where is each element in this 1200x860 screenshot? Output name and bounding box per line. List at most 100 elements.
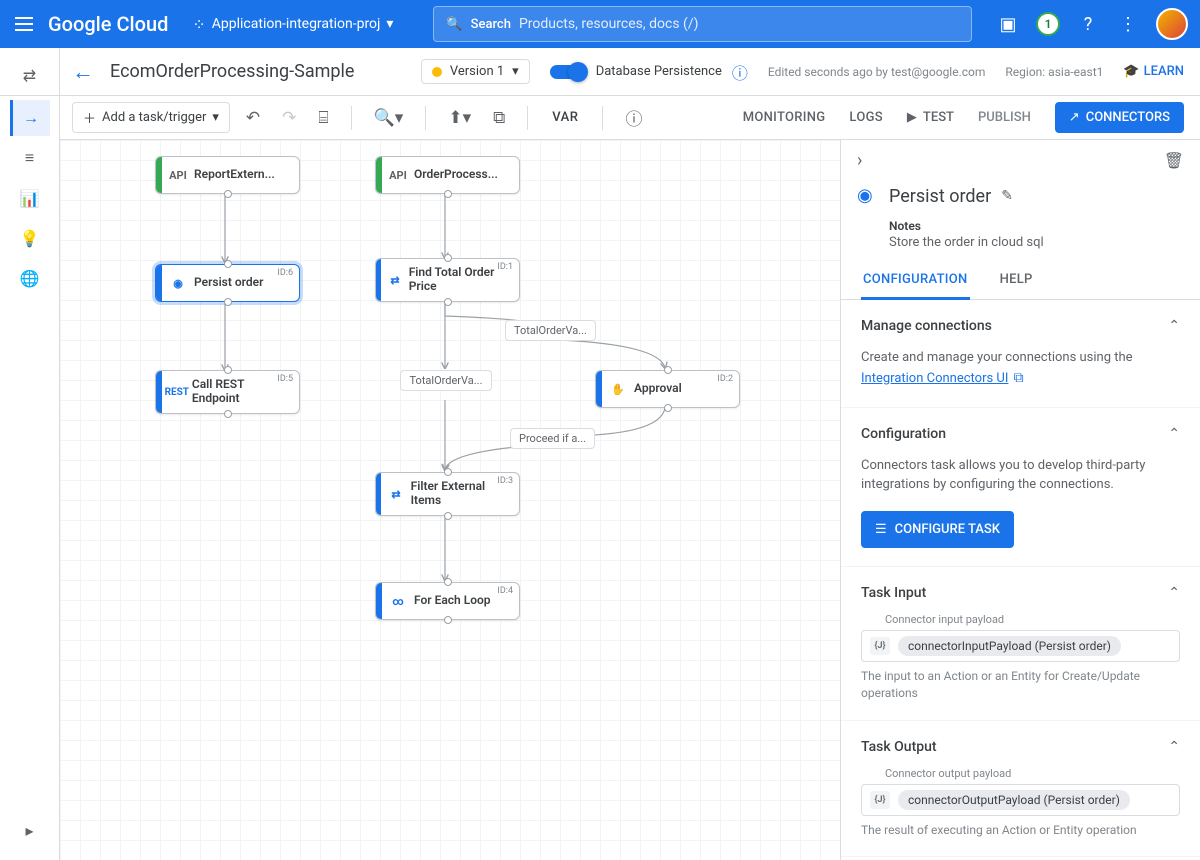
hamburger-menu-icon[interactable]	[12, 12, 36, 36]
rail-list-icon[interactable]: ≡	[10, 140, 50, 176]
google-cloud-logo[interactable]: Google Cloud	[48, 12, 168, 36]
connector-icon: ◉	[857, 185, 879, 207]
version-label: Version 1	[450, 64, 504, 79]
section-task-output: Task Output ⌃ Connector output payload {…	[841, 721, 1200, 858]
undo-icon[interactable]: ↶	[240, 104, 266, 132]
connectors-button[interactable]: ↗ CONNECTORS	[1055, 102, 1184, 133]
node-find-total-order-price[interactable]: ⇄ Find Total Order Price ID:1	[375, 258, 520, 302]
test-button[interactable]: ▶ TEST	[907, 110, 954, 125]
variables-tab[interactable]: VAR	[544, 110, 586, 125]
zoom-icon[interactable]: 🔍▾	[368, 104, 410, 132]
variable-chip[interactable]: connectorInputPayload (Persist order)	[898, 636, 1121, 656]
node-id: ID:2	[717, 374, 733, 384]
section-header[interactable]: Manage connections ⌃	[861, 318, 1180, 334]
dropdown-icon: ▾	[386, 16, 393, 32]
node-report-extern-trigger[interactable]: API ReportExtern...	[155, 156, 300, 194]
output-payload-field[interactable]: {J} connectorOutputPayload (Persist orde…	[861, 784, 1180, 816]
edge-condition-label[interactable]: TotalOrderVa...	[400, 370, 492, 391]
add-task-button[interactable]: ＋ Add a task/trigger ▾	[72, 102, 230, 133]
rail-collapse-icon[interactable]: ▸	[10, 812, 50, 848]
section-manage-connections: Manage connections ⌃ Create and manage y…	[841, 300, 1200, 408]
help-icon[interactable]: ?	[1076, 12, 1100, 36]
cloud-shell-icon[interactable]: ▣	[996, 12, 1020, 36]
chevron-up-icon: ⌃	[1168, 318, 1180, 334]
user-avatar[interactable]	[1156, 8, 1188, 40]
rail-integration-icon[interactable]: ⇄	[10, 58, 50, 94]
persistence-label: Database Persistence	[596, 64, 722, 79]
top-header: Google Cloud ⁘ Application-integration-p…	[0, 0, 1200, 48]
section-desc: Connectors task allows you to develop th…	[861, 458, 1145, 493]
logo-text: Google Cloud	[48, 12, 168, 36]
chevron-up-icon: ⌃	[1168, 426, 1180, 442]
details-info-icon[interactable]: ⓘ	[619, 101, 648, 134]
info-icon[interactable]: ⓘ	[732, 60, 748, 84]
version-status-dot	[432, 67, 442, 77]
api-icon: API	[162, 169, 194, 182]
tab-help[interactable]: HELP	[998, 262, 1035, 299]
node-filter-external-items[interactable]: ⇄ Filter External Items ID:3	[375, 472, 520, 516]
datamap-icon: ⇄	[381, 274, 409, 287]
logs-tab[interactable]: LOGS	[849, 110, 883, 125]
section-header[interactable]: Configuration ⌃	[861, 426, 1180, 442]
input-payload-field[interactable]: {J} connectorInputPayload (Persist order…	[861, 630, 1180, 662]
delete-icon[interactable]: 🗑	[1164, 151, 1184, 170]
variable-chip[interactable]: connectorOutputPayload (Persist order)	[898, 790, 1130, 810]
connectors-ui-link[interactable]: Integration Connectors UI	[861, 371, 1008, 386]
rail-keys-icon[interactable]: 💡	[10, 220, 50, 256]
notifications-badge[interactable]: 1	[1036, 12, 1060, 36]
api-icon: API	[382, 169, 414, 182]
field-label: Connector input payload	[885, 613, 1180, 626]
section-title: Task Output	[861, 739, 937, 755]
more-menu-icon[interactable]: ⋮	[1116, 12, 1140, 36]
node-label: OrderProcess...	[414, 168, 498, 182]
edge-condition-label[interactable]: TotalOrderVa...	[505, 320, 596, 341]
node-id: ID:3	[497, 476, 513, 486]
edge-condition-label[interactable]: Proceed if a...	[510, 428, 595, 449]
node-for-each-loop[interactable]: ∞ For Each Loop ID:4	[375, 582, 520, 620]
search-box[interactable]: 🔍 Search	[433, 6, 972, 42]
node-approval[interactable]: ✋ Approval ID:2	[595, 370, 740, 408]
canvas[interactable]: API ReportExtern... API OrderProcess... …	[60, 140, 840, 860]
persistence-toggle[interactable]	[550, 65, 586, 79]
node-id: ID:4	[497, 586, 513, 596]
task-title: Persist order	[889, 186, 991, 207]
rail-analytics-icon[interactable]: 📊	[10, 180, 50, 216]
copy-icon[interactable]: ⧉	[487, 104, 511, 132]
node-call-rest-endpoint[interactable]: REST Call REST Endpoint ID:5	[155, 370, 300, 414]
layout-icon[interactable]: ⌸	[312, 104, 334, 132]
publish-button[interactable]: PUBLISH	[978, 110, 1031, 125]
chevron-up-icon: ⌃	[1168, 739, 1180, 755]
node-persist-order[interactable]: ◉ Persist order ID:6	[155, 264, 300, 302]
back-arrow-icon[interactable]: ←	[72, 59, 94, 85]
field-label: Connector output payload	[885, 767, 1180, 780]
rail-designer-icon[interactable]: →	[10, 100, 50, 136]
upload-icon[interactable]: ⬆▾	[442, 104, 477, 132]
node-label: Filter External Items	[411, 480, 509, 508]
monitoring-tab[interactable]: MONITORING	[743, 110, 826, 125]
project-icon: ⁘	[192, 15, 205, 34]
search-input[interactable]	[519, 16, 959, 32]
edited-meta: Edited seconds ago by test@google.com	[768, 65, 986, 79]
datamap-icon: ⇄	[381, 488, 410, 501]
search-icon: 🔍	[446, 17, 462, 32]
node-order-process-trigger[interactable]: API OrderProcess...	[375, 156, 520, 194]
section-header[interactable]: Task Output ⌃	[861, 739, 1180, 755]
learn-link[interactable]: 🎓 LEARN	[1123, 64, 1184, 79]
project-name: Application-integration-proj	[212, 16, 381, 32]
loop-icon: ∞	[382, 595, 414, 608]
rest-icon: REST	[162, 387, 192, 398]
configure-task-button[interactable]: ☰ CONFIGURE TASK	[861, 511, 1014, 549]
edit-title-icon[interactable]: ✎	[1001, 188, 1013, 204]
version-selector[interactable]: Version 1 ▾	[421, 59, 530, 84]
rail-globe-icon[interactable]: 🌐	[10, 260, 50, 296]
section-title: Configuration	[861, 426, 946, 442]
collapse-panel-icon[interactable]: ›	[857, 150, 862, 171]
chevron-up-icon: ⌃	[1168, 585, 1180, 601]
project-selector[interactable]: ⁘ Application-integration-proj ▾	[184, 11, 401, 38]
approval-icon: ✋	[602, 383, 634, 396]
node-id: ID:1	[497, 262, 513, 272]
section-header[interactable]: Task Input ⌃	[861, 585, 1180, 601]
redo-icon[interactable]: ↷	[276, 104, 302, 132]
tab-configuration[interactable]: CONFIGURATION	[861, 262, 970, 300]
field-help: The input to an Action or an Entity for …	[861, 668, 1180, 702]
